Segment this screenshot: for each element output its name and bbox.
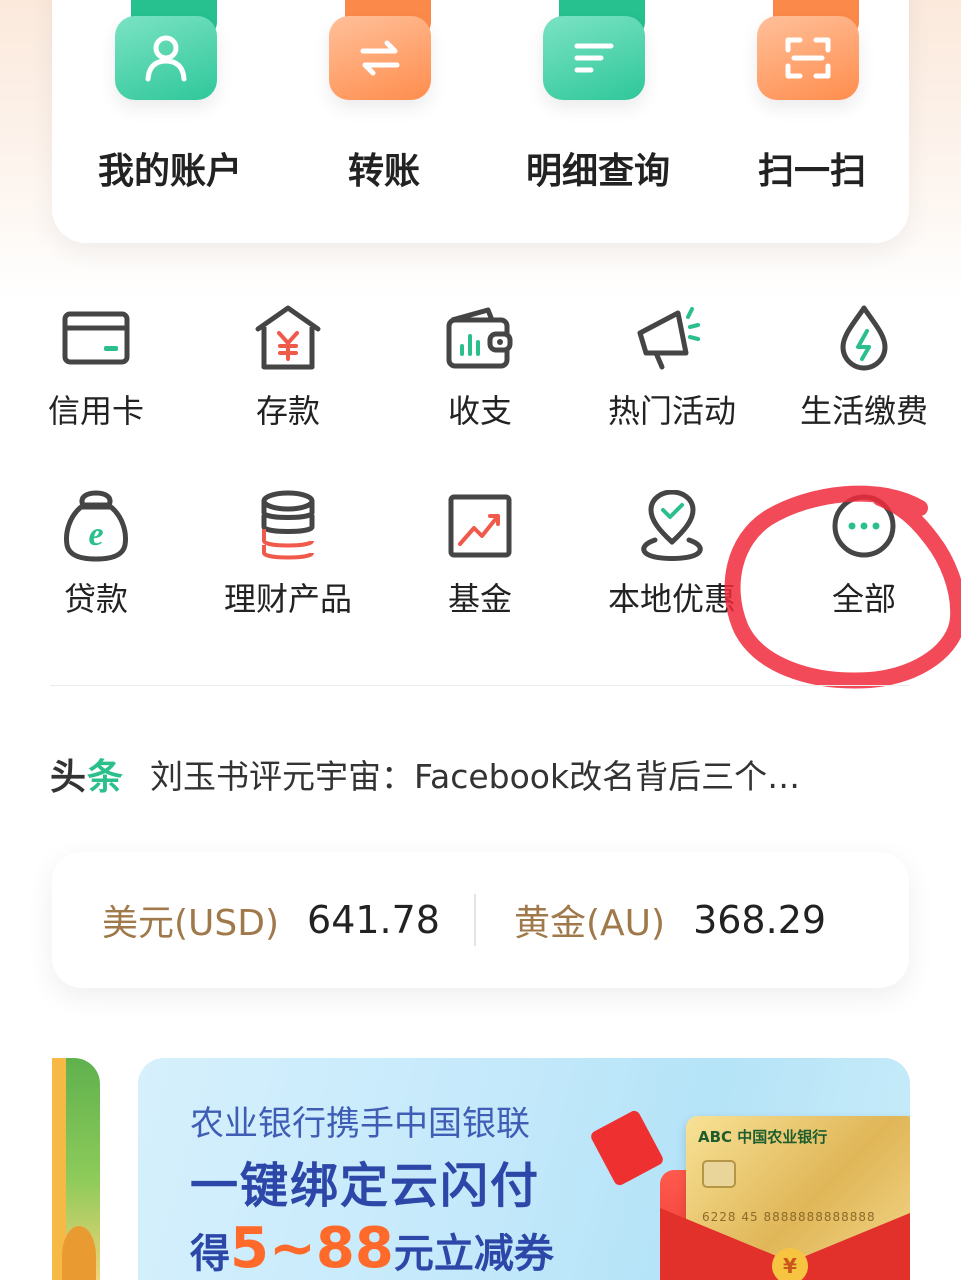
service-label: 贷款 <box>63 580 128 618</box>
rate-usd[interactable]: 美元(USD) 641.78 <box>102 852 440 988</box>
service-credit-card[interactable]: 信用卡 <box>0 298 192 438</box>
card-chip-icon <box>702 1160 736 1188</box>
scan-icon <box>757 0 867 102</box>
service-deposit[interactable]: 存款 <box>192 298 384 438</box>
quick-action-label: 扫一扫 <box>757 151 866 192</box>
credit-card-icon <box>56 298 136 378</box>
service-loan[interactable]: e 贷款 <box>0 486 192 626</box>
service-wealth-products[interactable]: 理财产品 <box>192 486 384 626</box>
user-icon <box>115 0 225 102</box>
rate-value: 641.78 <box>307 898 440 942</box>
card-number: 6228 45 8888888888888 <box>702 1210 876 1224</box>
banner-title: 一键绑定云闪付 <box>190 1158 541 1214</box>
service-fund[interactable]: 基金 <box>384 486 576 626</box>
rate-gold[interactable]: 黄金(AU) 368.29 <box>514 852 826 988</box>
service-income-expense[interactable]: 收支 <box>384 298 576 438</box>
banner-previous-slide[interactable] <box>52 1058 100 1280</box>
headline-news[interactable]: 头条 刘玉书评元宇宙：Facebook改名背后三个… <box>50 746 800 802</box>
water-drop-icon <box>824 298 904 378</box>
promo-banner[interactable]: 农业银行携手中国银联 一键绑定云闪付 得5~88元立减券 ABC 中国农业银行 … <box>138 1058 910 1280</box>
service-label: 热门活动 <box>607 392 736 430</box>
quick-action-transfer[interactable]: 转账 <box>284 0 484 200</box>
service-utility-payments[interactable]: 生活缴费 <box>768 298 960 438</box>
banner-offer: 得5~88元立减券 <box>190 1216 554 1280</box>
rate-value: 368.29 <box>693 898 827 942</box>
wallet-icon <box>440 298 520 378</box>
transfer-icon <box>329 0 439 102</box>
quick-action-scan[interactable]: 扫一扫 <box>712 0 912 200</box>
trend-chart-icon <box>440 486 520 566</box>
bush-illustration <box>62 1226 96 1280</box>
red-envelope-icon <box>589 1108 665 1188</box>
service-label: 收支 <box>447 392 512 430</box>
service-label: 全部 <box>831 580 896 618</box>
location-pin-icon <box>632 486 712 566</box>
headline-text: 刘玉书评元宇宙：Facebook改名背后三个… <box>150 757 801 796</box>
service-all[interactable]: 全部 <box>768 486 960 626</box>
service-label: 本地优惠 <box>607 580 736 618</box>
card-bank-name: ABC 中国农业银行 <box>698 1128 828 1146</box>
rate-separator <box>474 894 476 946</box>
rate-name: 美元(USD) <box>102 903 280 944</box>
headline-tag: 头条 <box>50 757 125 798</box>
service-local-offers[interactable]: 本地优惠 <box>576 486 768 626</box>
service-label: 存款 <box>255 392 320 430</box>
deposit-icon <box>248 298 328 378</box>
quick-action-my-account[interactable]: 我的账户 <box>70 0 270 200</box>
loan-bag-icon: e <box>56 486 136 566</box>
service-label: 生活缴费 <box>799 392 928 430</box>
service-label: 信用卡 <box>47 392 144 430</box>
service-label: 基金 <box>447 580 512 618</box>
service-label: 理财产品 <box>223 580 352 618</box>
megaphone-icon <box>632 298 712 378</box>
coin-stack-icon <box>248 486 328 566</box>
section-divider <box>50 685 910 686</box>
list-icon <box>543 0 653 102</box>
quick-actions-card: 我的账户 转账 明细查询 扫一扫 <box>52 0 909 243</box>
quick-action-label: 转账 <box>347 151 420 192</box>
quick-action-statement[interactable]: 明细查询 <box>498 0 698 200</box>
banner-subtitle: 农业银行携手中国银联 <box>190 1104 530 1144</box>
service-hot-activities[interactable]: 热门活动 <box>576 298 768 438</box>
svg-text:e: e <box>88 516 103 553</box>
exchange-rate-card[interactable]: 美元(USD) 641.78 黄金(AU) 368.29 <box>52 852 909 988</box>
rate-name: 黄金(AU) <box>514 903 666 944</box>
coin-icon: ¥ <box>772 1248 808 1280</box>
quick-action-label: 我的账户 <box>97 151 242 192</box>
quick-action-label: 明细查询 <box>525 151 670 192</box>
more-icon <box>824 486 904 566</box>
